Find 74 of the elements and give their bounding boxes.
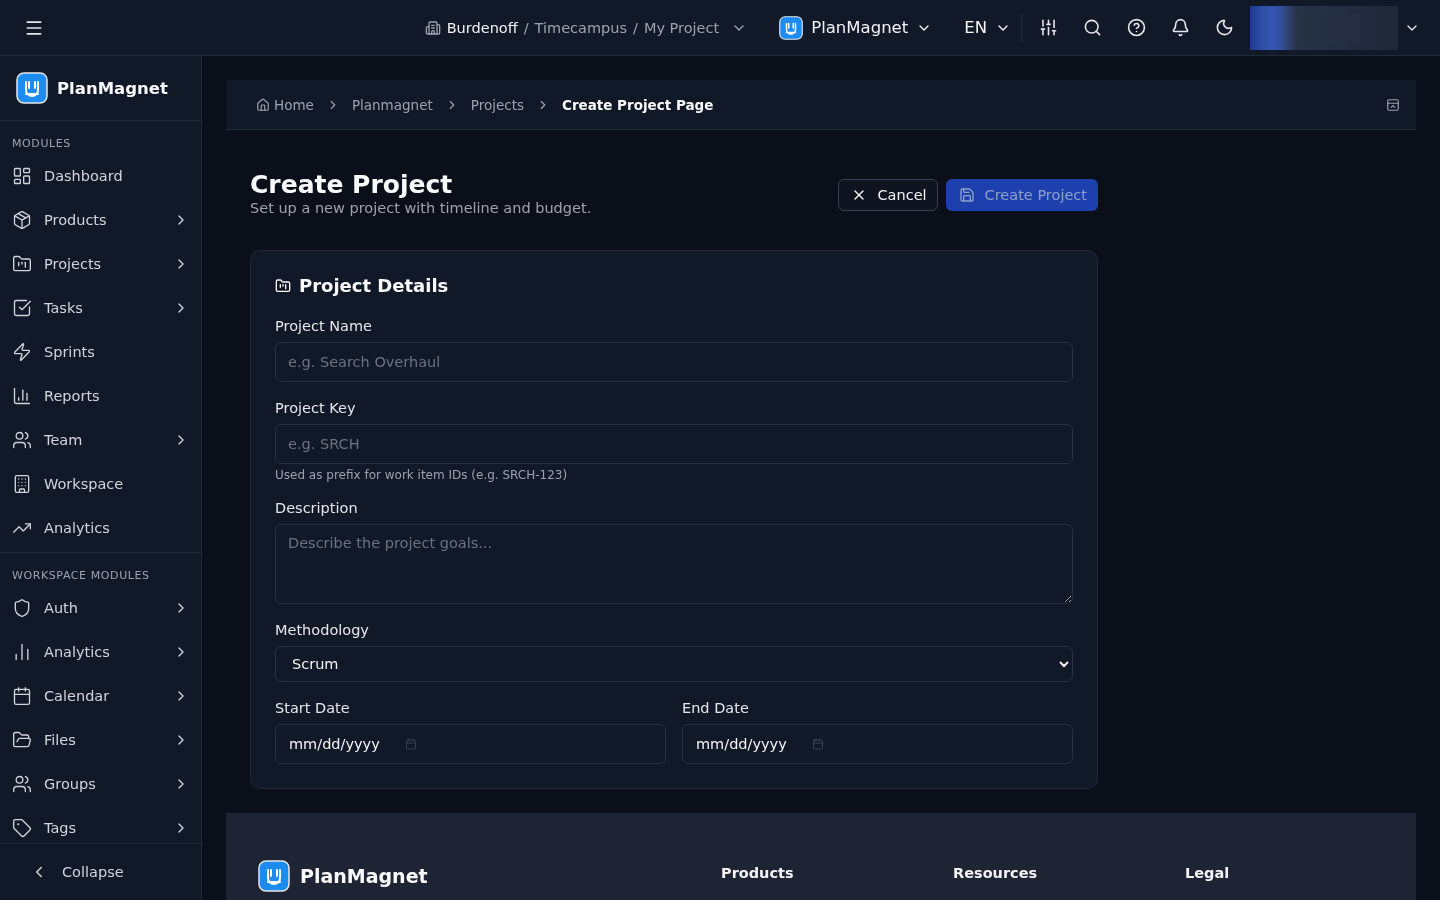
footer-heading: Resources <box>953 864 1039 883</box>
page-title: Create Project <box>250 170 454 200</box>
app-switcher[interactable]: PlanMagnet <box>779 15 933 40</box>
sidebar-item[interactable]: Workspace <box>0 462 201 506</box>
sidebar-item[interactable]: Reports <box>0 374 201 418</box>
sidebar-item[interactable]: Auth <box>0 586 201 630</box>
field-label: Start Date <box>275 700 351 716</box>
sidebar-item[interactable]: Sprints <box>0 330 201 374</box>
card-title: Project Details <box>299 275 449 296</box>
package-icon <box>12 210 32 230</box>
calendar-icon <box>12 686 32 706</box>
footer-heading: Products <box>721 864 795 883</box>
field-label: End Date <box>682 700 750 716</box>
field-label: Methodology <box>275 622 370 638</box>
field-hint: Used as prefix for work item IDs (e.g. SRCH-123) <box>275 468 569 482</box>
users-icon <box>12 430 32 450</box>
date-field[interactable]: mm/dd/yyyy <box>682 724 1073 764</box>
page-subtitle: Set up a new project with timeline and budget. <box>250 200 592 216</box>
moon-icon <box>1214 18 1234 37</box>
footer-brand: PlanMagnet <box>300 865 428 887</box>
panel-icon[interactable] <box>1386 97 1400 112</box>
sidebar-item[interactable]: Projects <box>0 242 201 286</box>
breadcrumb-link[interactable]: Create Project Page <box>562 96 714 113</box>
sidebar-item[interactable]: Products <box>0 198 201 242</box>
date-field[interactable]: mm/dd/yyyy <box>275 724 666 764</box>
text-area[interactable]: Describe the project goals... <box>275 524 1073 604</box>
home-icon <box>256 97 270 112</box>
sidebar-item[interactable]: Analytics <box>0 506 201 550</box>
brand-name: PlanMagnet <box>57 78 168 98</box>
search-icon <box>1082 18 1102 37</box>
users-icon <box>12 774 32 794</box>
sidebar-item[interactable]: Tags <box>0 806 201 843</box>
folder-icon <box>12 730 32 750</box>
language-switcher[interactable]: EN <box>964 18 1011 37</box>
logo-icon <box>258 860 290 892</box>
context-switcher[interactable]: Burdenoff / Timecampus / My Project <box>424 19 748 36</box>
breadcrumb-link[interactable]: Projects <box>470 96 524 113</box>
sidebar-item[interactable]: Dashboard <box>0 154 201 198</box>
save-icon <box>958 187 975 203</box>
bar-chart-icon <box>12 386 32 406</box>
building-icon <box>12 474 32 494</box>
section-title: WORKSPACE MODULES <box>11 569 151 582</box>
lightning-icon <box>12 342 32 362</box>
breadcrumb-link[interactable]: Planmagnet <box>351 96 433 113</box>
dashboard-icon <box>12 166 32 186</box>
bell-icon <box>1170 18 1190 37</box>
tag-icon <box>12 818 32 838</box>
field-label: Project Name <box>275 318 373 334</box>
cancel-button[interactable]: Cancel <box>838 179 938 211</box>
logo-icon <box>16 72 48 104</box>
checkbox-icon <box>12 298 32 318</box>
breadcrumb-link[interactable]: Home <box>256 96 314 113</box>
field-label: Description <box>275 500 359 516</box>
select-field[interactable]: Scrum <box>275 646 1073 682</box>
calendar-icon <box>405 738 417 750</box>
footer-heading: Legal <box>1185 864 1231 883</box>
section-title: MODULES <box>11 137 72 150</box>
folder-icon <box>12 254 32 274</box>
folder-icon <box>275 277 291 294</box>
help-icon <box>1126 18 1146 37</box>
field-label: Project Key <box>275 400 357 416</box>
sidebar-item[interactable]: Tasks <box>0 286 201 330</box>
sidebar-item[interactable]: Files <box>0 718 201 762</box>
text-field[interactable]: e.g. SRCH <box>275 424 1073 464</box>
sidebar-item[interactable]: Analytics <box>0 630 201 674</box>
calendar-icon <box>812 738 824 750</box>
sidebar-item[interactable]: Team <box>0 418 201 462</box>
sidebar-item[interactable]: Calendar <box>0 674 201 718</box>
shield-icon <box>12 598 32 618</box>
sidebar-item[interactable]: Groups <box>0 762 201 806</box>
sliders-icon <box>1038 18 1058 37</box>
text-field[interactable]: e.g. Search Overhaul <box>275 342 1073 382</box>
building-icon <box>424 19 441 36</box>
logo-icon <box>779 15 804 40</box>
